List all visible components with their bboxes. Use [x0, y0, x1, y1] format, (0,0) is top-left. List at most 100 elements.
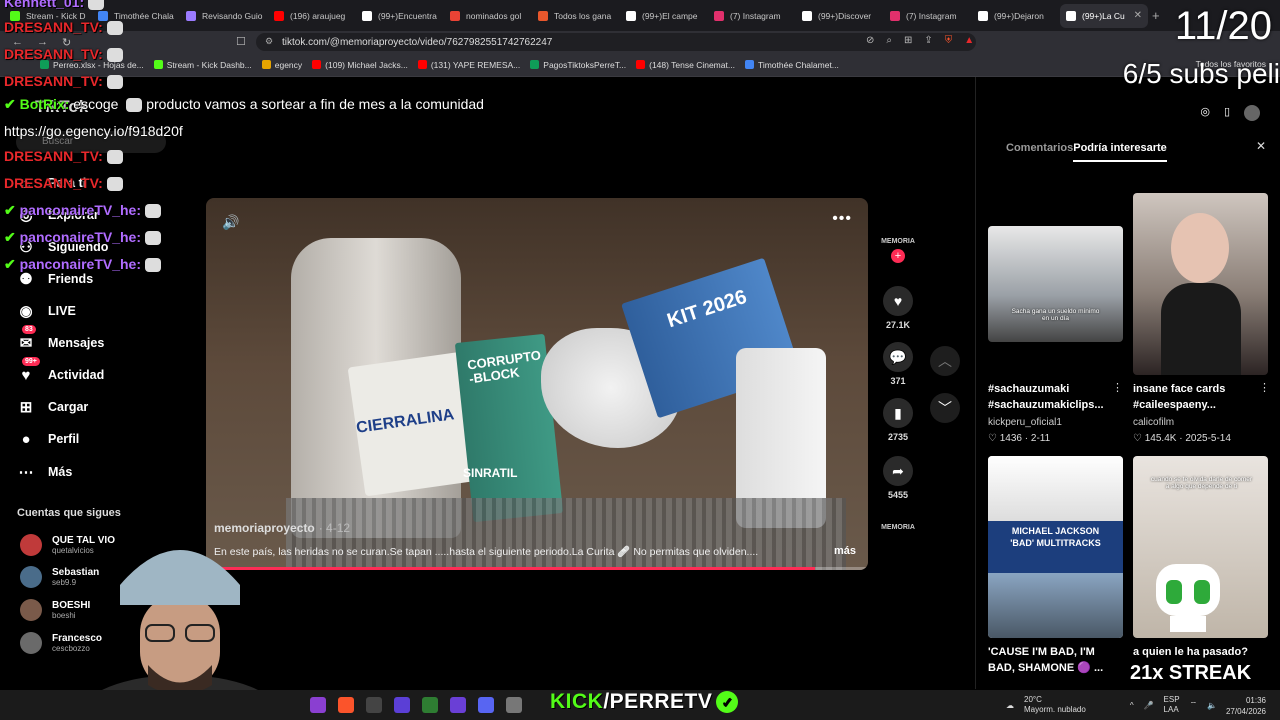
- video-progress-bar[interactable]: [206, 567, 868, 570]
- bookmark-item[interactable]: Stream - Kick Dashb...: [153, 60, 252, 70]
- video-thumbnail[interactable]: MICHAEL JACKSON 'BAD' MULTITRACKS: [988, 456, 1123, 638]
- brave-icon[interactable]: [338, 697, 354, 713]
- close-panel-icon[interactable]: ✕: [1256, 139, 1266, 153]
- browser-tab[interactable]: Stream - Kick D: [4, 4, 92, 28]
- discord-icon[interactable]: [478, 697, 494, 713]
- previous-video-button[interactable]: ︿: [930, 346, 960, 376]
- tab-recommendations[interactable]: Podría interesarte: [1073, 142, 1167, 162]
- user-avatar[interactable]: [1244, 105, 1260, 121]
- region-code: LAA: [1163, 705, 1179, 714]
- language-indicator[interactable]: ESP LAA: [1164, 695, 1180, 715]
- browser-tab[interactable]: Revisando Guio: [180, 4, 268, 28]
- bookmark-item[interactable]: (131) YAPE REMESA...: [417, 60, 520, 70]
- microphone-icon[interactable]: 🎤: [1144, 701, 1154, 710]
- video-thumbnail[interactable]: [1133, 193, 1268, 375]
- card-author[interactable]: calicofilm: [1133, 417, 1174, 428]
- sidebar-item[interactable]: ⋯ Más: [16, 462, 73, 482]
- reload-icon[interactable]: ↻: [62, 36, 71, 49]
- see-more-button[interactable]: más: [834, 545, 856, 557]
- following-icon: ⚇: [19, 239, 33, 256]
- sidebar-item[interactable]: ⊞ Cargar: [16, 397, 89, 417]
- chevron-up-icon[interactable]: ^: [1130, 701, 1134, 710]
- sidebar-item[interactable]: ● Perfil: [16, 429, 79, 449]
- like-button[interactable]: ♥ 27.1K: [876, 286, 920, 330]
- brave-rewards-icon[interactable]: ▲: [964, 35, 974, 46]
- app-icon[interactable]: [450, 697, 466, 713]
- card-title[interactable]: a quien le ha pasado?: [1133, 644, 1263, 660]
- browser-tab[interactable]: (99+)Discover: [796, 4, 884, 28]
- card-author[interactable]: kickperu_oficial1: [988, 417, 1062, 428]
- sidebar-item[interactable]: ◉ LIVE: [16, 301, 75, 321]
- bookmark-item[interactable]: (148) Tense Cinemat...: [636, 60, 735, 70]
- card-title[interactable]: #sachauzumaki #sachauzumakiclips...: [988, 381, 1118, 413]
- app-icon[interactable]: [310, 697, 326, 713]
- browser-tab[interactable]: (99+)Encuentra: [356, 4, 444, 28]
- share-button[interactable]: ➦ 5455: [876, 456, 920, 500]
- close-tab-icon[interactable]: ✕: [1134, 10, 1142, 21]
- zoom-icon[interactable]: ⌕: [886, 35, 892, 46]
- heart-outline-icon: ♡: [988, 433, 1000, 444]
- tiktok-logo[interactable]: TikTok: [35, 97, 88, 117]
- site-info-icon[interactable]: ⚙: [265, 36, 273, 47]
- card-menu-icon[interactable]: ⋮: [1259, 381, 1270, 394]
- browser-tab[interactable]: (99+)El campe: [620, 4, 708, 28]
- follow-plus-icon[interactable]: +: [891, 249, 905, 263]
- sidebar-item[interactable]: ◎ Explorar: [16, 205, 98, 225]
- browser-tab[interactable]: Timothée Chala: [92, 4, 180, 28]
- bookmark-label: Perreo.xlsx - Hojas de...: [53, 59, 144, 70]
- volume-icon[interactable]: 🔊: [222, 214, 239, 231]
- browser-tab[interactable]: (196) araujueg: [268, 4, 356, 28]
- bookmark-item[interactable]: PagosTiktoksPerreT...: [530, 60, 626, 70]
- weather-widget[interactable]: 20°C Mayorm. nublado: [1024, 695, 1086, 715]
- next-video-button[interactable]: ﹀: [930, 393, 960, 423]
- creator-avatar[interactable]: MEMORIA +: [876, 238, 920, 263]
- tab-comments[interactable]: Comentarios: [1006, 142, 1073, 162]
- bookmark-item[interactable]: (109) Michael Jacks...: [312, 60, 408, 70]
- sidebar-item[interactable]: ♥ 99+ Actividad: [16, 357, 104, 385]
- forward-icon[interactable]: →: [37, 36, 48, 49]
- video-thumbnail[interactable]: Sacha gana un sueldo mínimo en un día: [988, 226, 1123, 342]
- browser-tab[interactable]: (99+)Dejaron: [972, 4, 1060, 28]
- brave-shield-icon[interactable]: ⛨: [945, 35, 953, 46]
- app-icon[interactable]: [366, 697, 382, 713]
- volume-tray-icon[interactable]: 🔈: [1207, 701, 1217, 710]
- card-menu-icon[interactable]: ⋮: [1112, 381, 1123, 394]
- save-button[interactable]: ▮ 2735: [876, 398, 920, 442]
- hide-icon[interactable]: ⊘: [866, 35, 874, 46]
- app-icon[interactable]: [422, 697, 438, 713]
- search-input[interactable]: Buscar: [16, 131, 166, 153]
- video-player[interactable]: CIERRALINA CORRUPTO -BLOCK KIT 2026 SINR…: [206, 198, 868, 570]
- weather-icon[interactable]: ☁: [1006, 701, 1014, 710]
- clock[interactable]: 01:36 27/04/2026: [1226, 695, 1266, 717]
- sidebar-item[interactable]: ✉ 83 Mensajes: [16, 325, 104, 353]
- browser-tab[interactable]: (7) Instagram: [884, 4, 972, 28]
- share-icon[interactable]: ⇪: [924, 35, 932, 46]
- card-title[interactable]: 'CAUSE I'M BAD, I'M BAD, SHAMONE 🟣 ...: [988, 644, 1118, 676]
- browser-tab[interactable]: nominados gol: [444, 4, 532, 28]
- translate-icon[interactable]: ⊞: [904, 35, 912, 46]
- more-options-icon[interactable]: •••: [832, 210, 852, 228]
- bookmark-item[interactable]: Timothée Chalamet...: [744, 60, 839, 70]
- sidebar-item[interactable]: ⚇ Siguiendo: [16, 237, 108, 257]
- bookmark-item[interactable]: egency: [261, 60, 302, 70]
- bookmark-icon[interactable]: ☐: [236, 35, 246, 48]
- comment-button[interactable]: 💬 371: [876, 342, 920, 386]
- obs-icon[interactable]: [506, 697, 522, 713]
- back-icon[interactable]: ←: [12, 36, 23, 49]
- browser-tab[interactable]: Todos los gana: [532, 4, 620, 28]
- sidebar-item[interactable]: ⚉ Friends: [16, 269, 93, 289]
- browser-tab[interactable]: (7) Instagram: [708, 4, 796, 28]
- coin-icon[interactable]: ◎: [1200, 105, 1210, 121]
- device-icon[interactable]: ▯: [1224, 105, 1230, 121]
- app-icon[interactable]: [394, 697, 410, 713]
- browser-tab[interactable]: (99+)La Cu ✕: [1060, 3, 1148, 28]
- wifi-icon[interactable]: ⌔: [1190, 700, 1198, 710]
- music-disc[interactable]: MEMORIA: [876, 524, 920, 531]
- sidebar-item-label: Siguiendo: [48, 240, 109, 254]
- card-title[interactable]: insane face cards #caileespaeny...: [1133, 381, 1263, 413]
- avatar: [20, 566, 42, 588]
- sidebar-item[interactable]: ⌂ Para ti: [16, 173, 86, 193]
- new-tab-icon[interactable]: +: [1152, 8, 1168, 23]
- bookmark-item[interactable]: Perreo.xlsx - Hojas de...: [40, 60, 144, 70]
- friends-icon: ⚉: [19, 271, 33, 288]
